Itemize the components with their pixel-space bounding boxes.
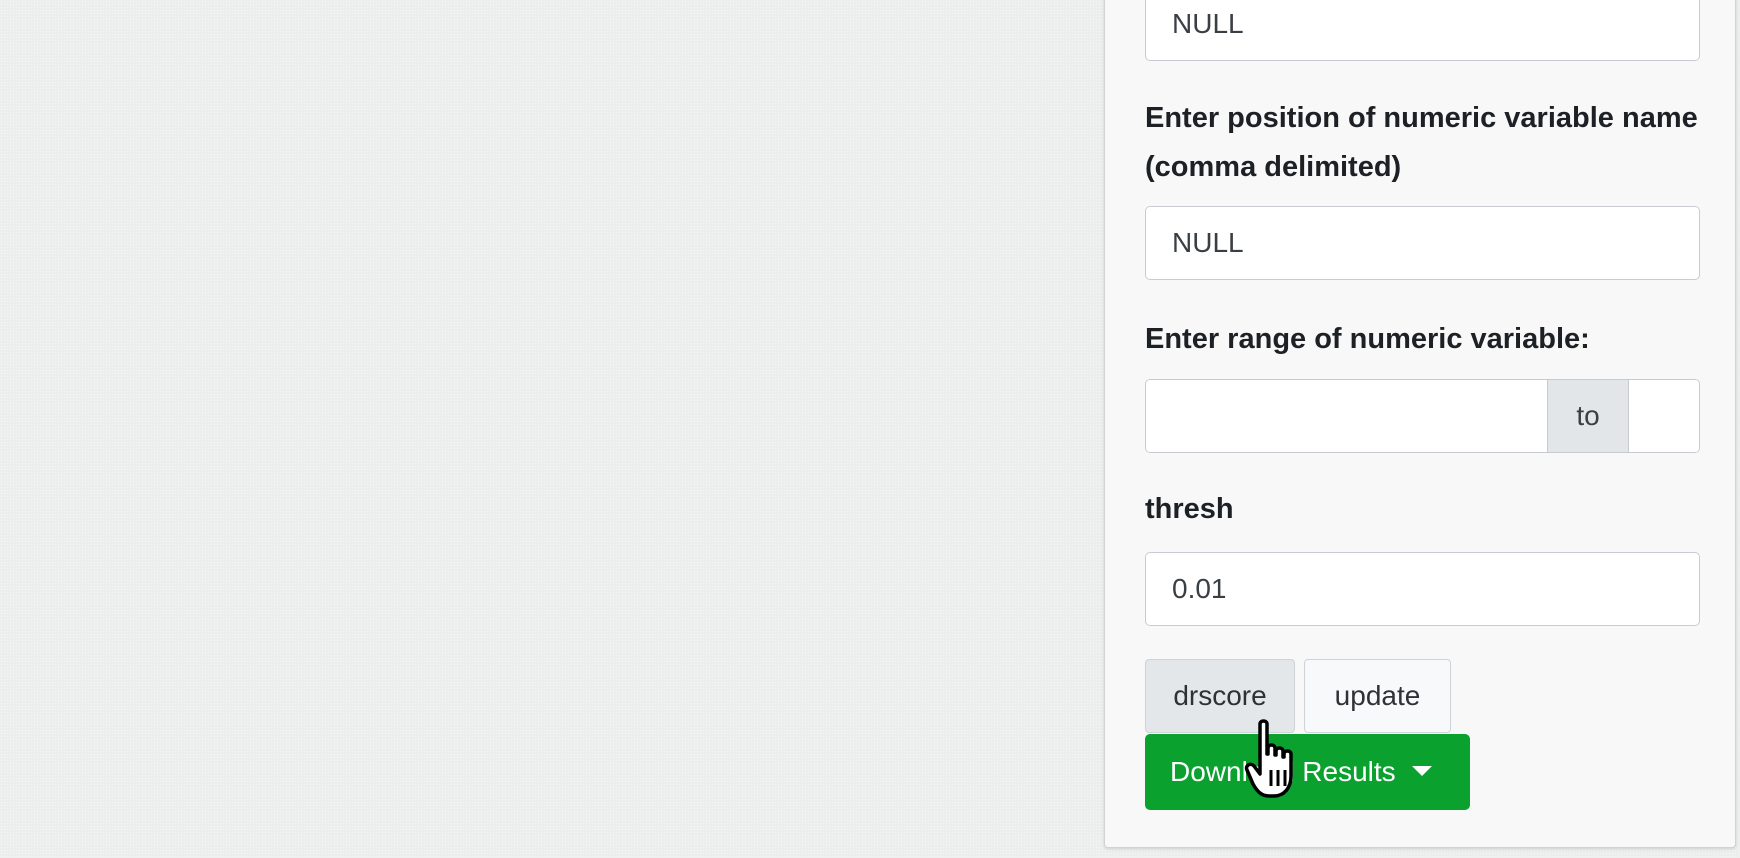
thresh-input[interactable] (1145, 552, 1700, 626)
numeric-position-input[interactable] (1145, 206, 1700, 280)
update-button-label: update (1334, 680, 1421, 711)
download-results-label: Download Results (1170, 756, 1396, 787)
drscore-button-label: drscore (1173, 680, 1267, 711)
range-to-input[interactable] (1629, 380, 1699, 452)
download-results-button[interactable]: Download Results (1145, 734, 1470, 810)
top-text-input[interactable] (1145, 0, 1700, 61)
drscore-button[interactable]: drscore (1145, 659, 1295, 733)
update-button[interactable]: update (1304, 659, 1451, 733)
thresh-label: thresh (1145, 493, 1234, 525)
numeric-range-label: Enter range of numeric variable: (1145, 323, 1590, 355)
range-from-input[interactable] (1146, 380, 1547, 452)
numeric-position-label: Enter position of numeric variable name … (1145, 102, 1698, 183)
range-separator: to (1547, 380, 1629, 452)
numeric-range-group: to (1145, 379, 1700, 453)
caret-down-icon (1411, 766, 1432, 776)
